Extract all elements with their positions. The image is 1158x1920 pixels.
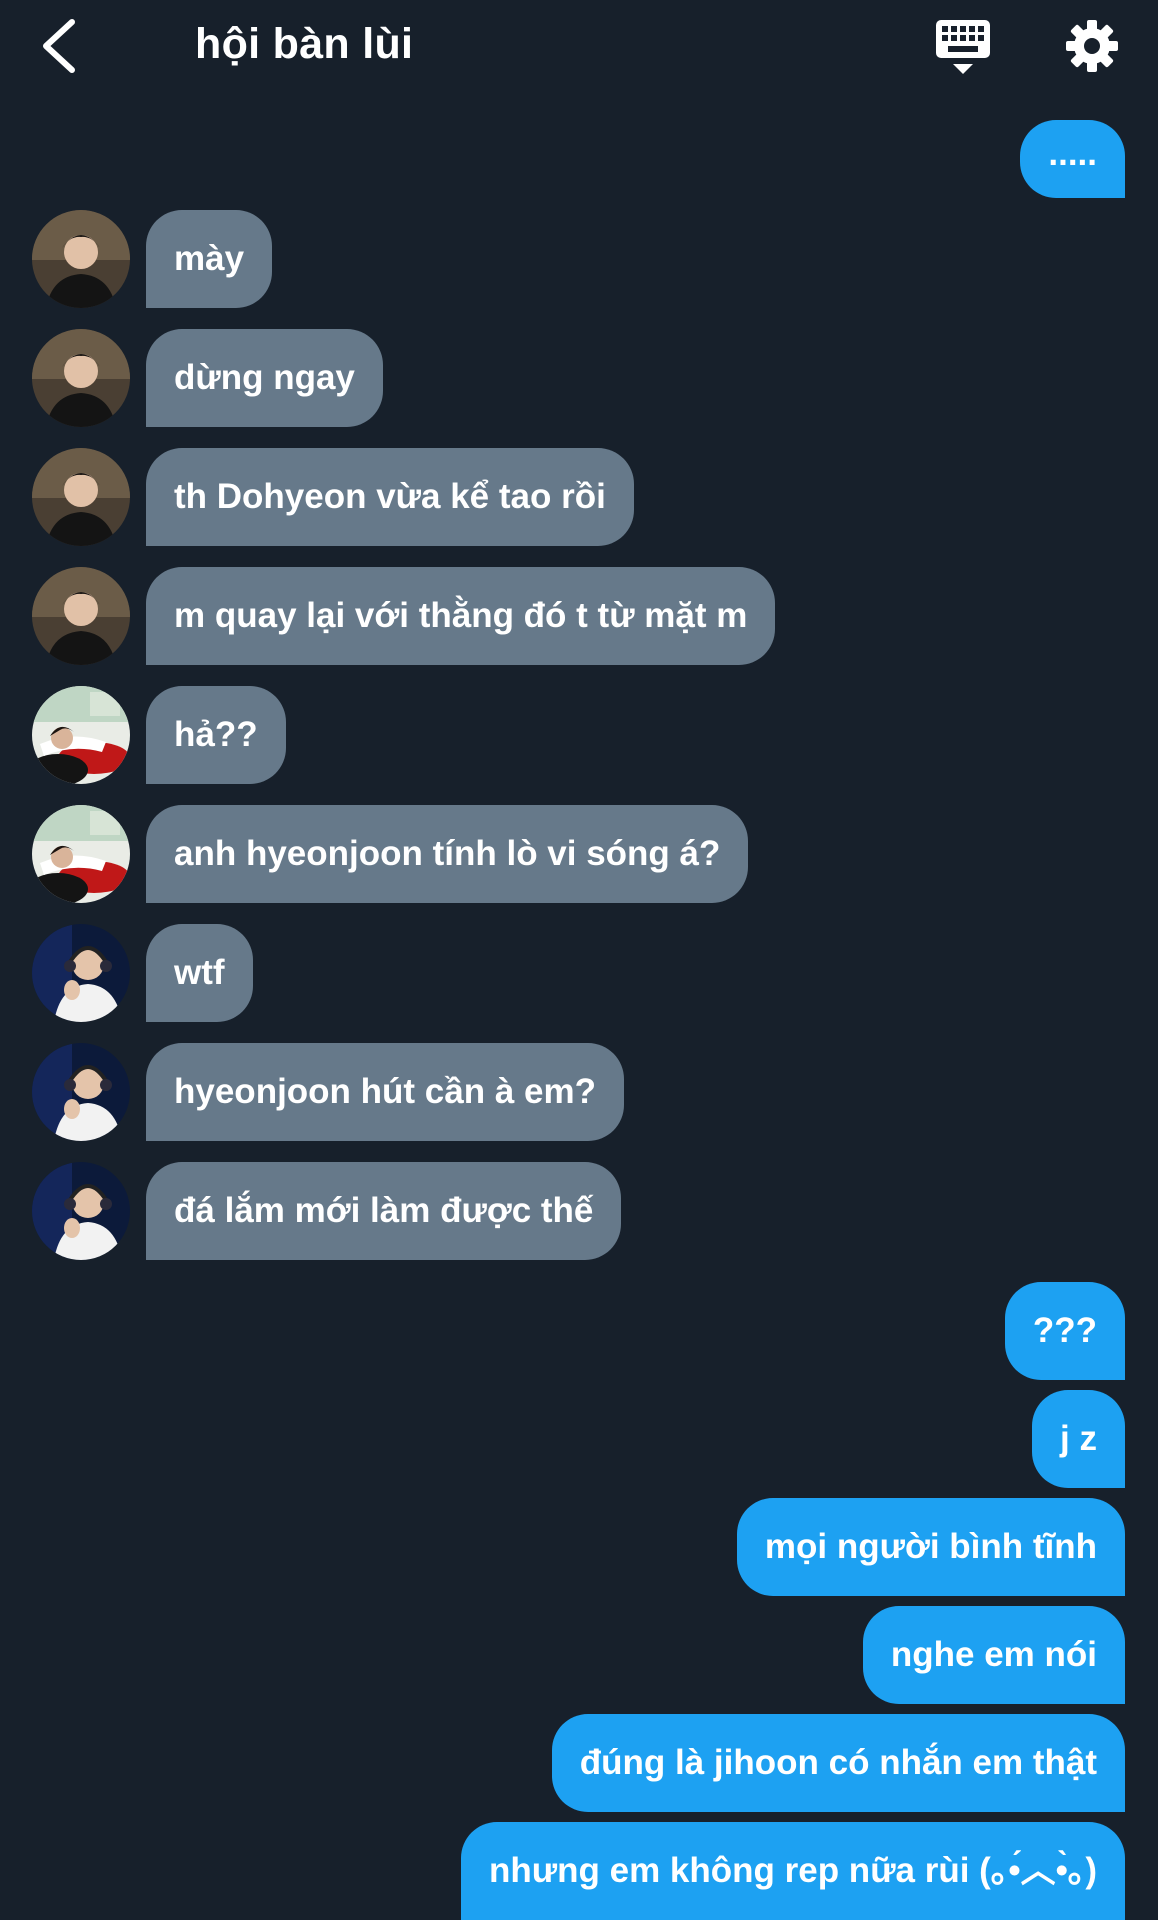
sender-avatar[interactable] [32,210,130,308]
sender-avatar[interactable] [32,329,130,427]
outgoing-message-bubble[interactable]: ..... [1020,120,1125,198]
sender-avatar[interactable] [32,924,130,1022]
incoming-message-bubble[interactable]: dừng ngay [146,329,383,427]
incoming-message-bubble[interactable]: hyeonjoon hút cần à em? [146,1043,624,1141]
incoming-message-bubble[interactable]: wtf [146,924,253,1022]
incoming-message-bubble[interactable]: đá lắm mới làm được thế [146,1162,622,1260]
outgoing-message-bubble[interactable]: j z [1032,1390,1125,1488]
incoming-message-bubble[interactable]: hả?? [146,686,286,784]
sender-avatar[interactable] [32,448,130,546]
message-list[interactable]: ..... mày dừng ngay th Dohyeon vừa kể ta… [0,0,1158,1920]
outgoing-message-bubble[interactable]: nghe em nói [862,1606,1125,1704]
outgoing-message-bubble[interactable]: mọi người bình tĩnh [736,1498,1125,1596]
sender-avatar[interactable] [32,1162,130,1260]
sender-avatar[interactable] [32,805,130,903]
outgoing-message-bubble[interactable]: nhưng em không rep nữa rùi (｡•́︿•̀｡) [461,1822,1125,1920]
incoming-message-bubble[interactable]: th Dohyeon vừa kể tao rồi [146,448,634,546]
sender-avatar[interactable] [32,686,130,784]
sender-avatar[interactable] [32,567,130,665]
outgoing-message-bubble[interactable]: đúng là jihoon có nhắn em thật [551,1714,1125,1812]
sender-avatar[interactable] [32,1043,130,1141]
incoming-message-bubble[interactable]: m quay lại với thằng đó t từ mặt m [146,567,776,665]
incoming-message-bubble[interactable]: mày [146,210,273,308]
outgoing-message-bubble[interactable]: ??? [1004,1282,1125,1380]
incoming-message-bubble[interactable]: anh hyeonjoon tính lò vi sóng á? [146,805,749,903]
